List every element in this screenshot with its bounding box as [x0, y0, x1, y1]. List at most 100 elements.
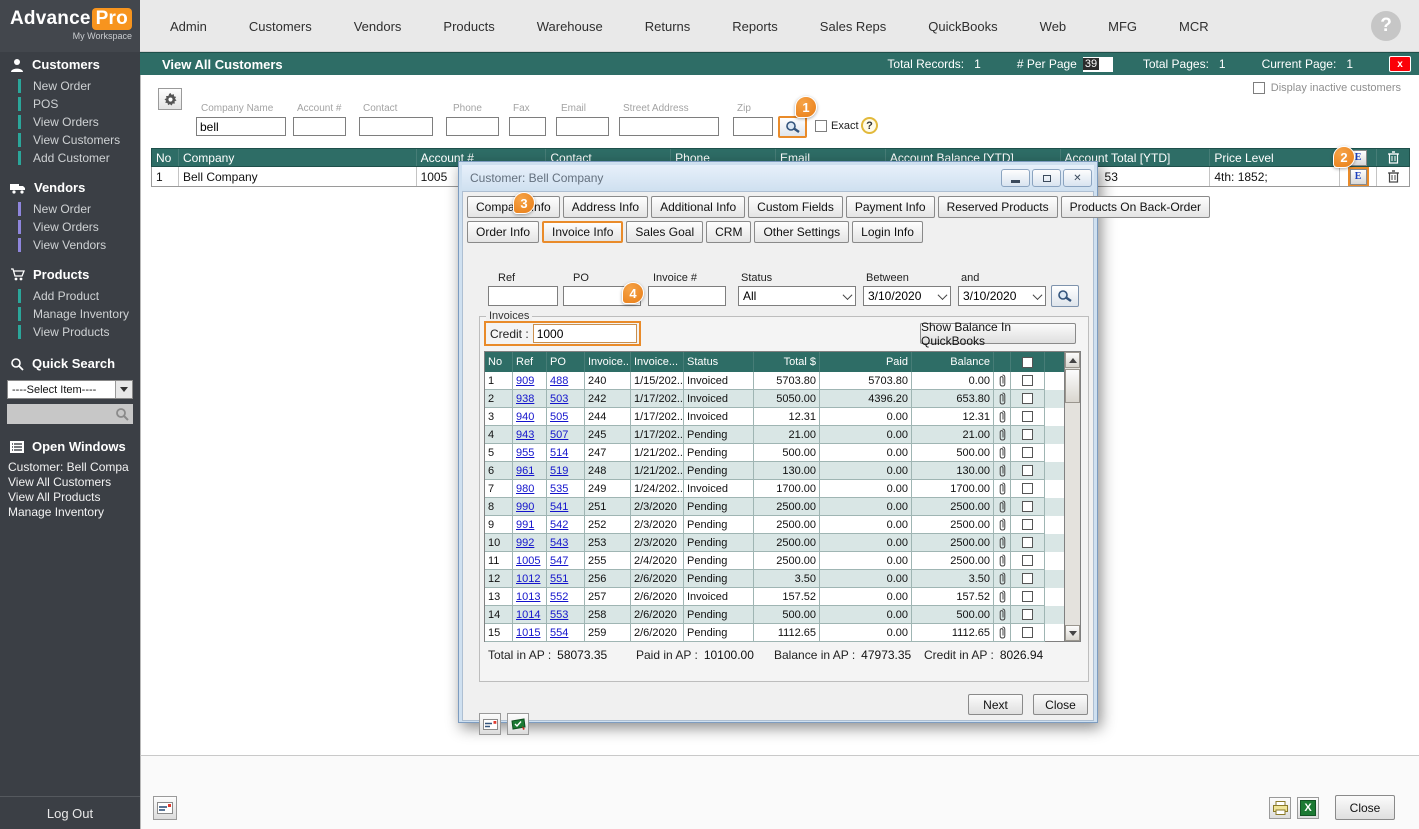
- filter-input-fax[interactable]: [509, 117, 546, 136]
- top-nav-item[interactable]: Web: [1040, 19, 1067, 34]
- paperclip-icon[interactable]: [999, 482, 1006, 495]
- po-link[interactable]: 541: [550, 501, 568, 513]
- print-button[interactable]: [1269, 797, 1291, 819]
- top-nav-item[interactable]: MCR: [1179, 19, 1209, 34]
- row-checkbox[interactable]: [1022, 627, 1033, 638]
- note-button[interactable]: [153, 796, 177, 820]
- filter-input-phone[interactable]: [446, 117, 499, 136]
- select-all-checkbox[interactable]: [1022, 357, 1033, 368]
- ref-link[interactable]: 938: [516, 393, 534, 405]
- ref-link[interactable]: 991: [516, 519, 534, 531]
- filter-input-contact[interactable]: [359, 117, 433, 136]
- chevron-down-icon[interactable]: [115, 381, 132, 398]
- row-checkbox[interactable]: [1022, 519, 1033, 530]
- top-nav-item[interactable]: Reports: [732, 19, 778, 34]
- tab-products-on-back-order[interactable]: Products On Back-Order: [1061, 196, 1210, 218]
- help-icon[interactable]: ?: [1371, 11, 1401, 41]
- sidebar-item[interactable]: Add Customer: [0, 149, 140, 167]
- paperclip-icon[interactable]: [999, 428, 1006, 441]
- row-checkbox[interactable]: [1022, 555, 1033, 566]
- ref-link[interactable]: 992: [516, 537, 534, 549]
- paperclip-icon[interactable]: [999, 392, 1006, 405]
- close-view-button[interactable]: x: [1389, 56, 1411, 72]
- top-nav-item[interactable]: Products: [443, 19, 494, 34]
- filter-input-street[interactable]: [619, 117, 719, 136]
- po-link[interactable]: 514: [550, 447, 568, 459]
- search-invoices-button[interactable]: [1051, 285, 1079, 307]
- po-link[interactable]: 542: [550, 519, 568, 531]
- filter-input-zip[interactable]: [733, 117, 773, 136]
- po-link[interactable]: 535: [550, 483, 568, 495]
- row-checkbox[interactable]: [1022, 411, 1033, 422]
- ref-link[interactable]: 1014: [516, 609, 540, 621]
- paperclip-icon[interactable]: [999, 500, 1006, 513]
- sidebar-item[interactable]: New Order: [0, 200, 140, 218]
- credit-input[interactable]: 1000: [533, 324, 637, 343]
- help-icon[interactable]: ?: [861, 117, 878, 134]
- row-checkbox[interactable]: [1022, 429, 1033, 440]
- paperclip-icon[interactable]: [999, 518, 1006, 531]
- status-select[interactable]: All: [738, 286, 856, 306]
- exact-checkbox[interactable]: Exact: [815, 120, 859, 132]
- sidebar-section-products[interactable]: Products: [0, 262, 140, 287]
- top-nav-item[interactable]: MFG: [1108, 19, 1137, 34]
- tab-reserved-products[interactable]: Reserved Products: [938, 196, 1058, 218]
- po-link[interactable]: 552: [550, 591, 568, 603]
- row-checkbox[interactable]: [1022, 609, 1033, 620]
- tab-additional-info[interactable]: Additional Info: [651, 196, 745, 218]
- invoice-number-input[interactable]: [648, 286, 726, 306]
- ref-link[interactable]: 961: [516, 465, 534, 477]
- open-window-item[interactable]: View All Customers: [0, 474, 140, 489]
- top-nav-item[interactable]: Vendors: [354, 19, 402, 34]
- close-page-button[interactable]: Close: [1335, 795, 1395, 820]
- sidebar-item[interactable]: View Orders: [0, 113, 140, 131]
- checkbox-icon[interactable]: [815, 120, 827, 132]
- settings-button[interactable]: [158, 88, 182, 110]
- chevron-down-icon[interactable]: [1029, 293, 1045, 300]
- row-checkbox[interactable]: [1022, 501, 1033, 512]
- filter-input-company[interactable]: bell: [196, 117, 286, 136]
- ref-link[interactable]: 943: [516, 429, 534, 441]
- chevron-down-icon[interactable]: [839, 293, 855, 300]
- show-balance-quickbooks-button[interactable]: Show Balance In QuickBooks: [920, 323, 1076, 344]
- tab-crm[interactable]: CRM: [706, 221, 751, 243]
- sidebar-item[interactable]: View Orders: [0, 218, 140, 236]
- tab-custom-fields[interactable]: Custom Fields: [748, 196, 843, 218]
- open-window-item[interactable]: Manage Inventory: [0, 504, 140, 519]
- po-link[interactable]: 554: [550, 627, 568, 639]
- ref-link[interactable]: 990: [516, 501, 534, 513]
- row-checkbox[interactable]: [1022, 393, 1033, 404]
- top-nav-item[interactable]: Warehouse: [537, 19, 603, 34]
- row-checkbox[interactable]: [1022, 465, 1033, 476]
- filter-input-account[interactable]: [293, 117, 346, 136]
- checkbox-icon[interactable]: [1253, 82, 1265, 94]
- scrollbar-thumb[interactable]: [1065, 369, 1080, 403]
- sidebar-section-customers[interactable]: Customers: [0, 52, 140, 77]
- close-icon[interactable]: ✕: [1063, 169, 1092, 187]
- top-nav-item[interactable]: Customers: [249, 19, 312, 34]
- po-link[interactable]: 503: [550, 393, 568, 405]
- invoices-scrollbar[interactable]: [1064, 352, 1080, 641]
- paperclip-icon[interactable]: [999, 554, 1006, 567]
- scroll-down-icon[interactable]: [1065, 625, 1080, 641]
- open-window-item[interactable]: View All Products: [0, 489, 140, 504]
- row-checkbox[interactable]: [1022, 483, 1033, 494]
- po-link[interactable]: 551: [550, 573, 568, 585]
- logout-button[interactable]: Log Out: [0, 796, 140, 829]
- edit-flag-button[interactable]: [507, 713, 529, 735]
- ref-input[interactable]: [488, 286, 558, 306]
- ref-link[interactable]: 1013: [516, 591, 540, 603]
- date-to-select[interactable]: 3/10/2020: [958, 286, 1046, 306]
- sidebar-item[interactable]: POS: [0, 95, 140, 113]
- row-checkbox[interactable]: [1022, 447, 1033, 458]
- sidebar-item[interactable]: View Products: [0, 323, 140, 341]
- paperclip-icon[interactable]: [999, 608, 1006, 621]
- po-link[interactable]: 553: [550, 609, 568, 621]
- row-checkbox[interactable]: [1022, 375, 1033, 386]
- open-window-item[interactable]: Customer: Bell Compa: [0, 459, 140, 474]
- tab-order-info[interactable]: Order Info: [467, 221, 539, 243]
- sidebar-item[interactable]: Manage Inventory: [0, 305, 140, 323]
- top-nav-item[interactable]: Sales Reps: [820, 19, 886, 34]
- export-excel-button[interactable]: X: [1297, 797, 1319, 819]
- row-checkbox[interactable]: [1022, 573, 1033, 584]
